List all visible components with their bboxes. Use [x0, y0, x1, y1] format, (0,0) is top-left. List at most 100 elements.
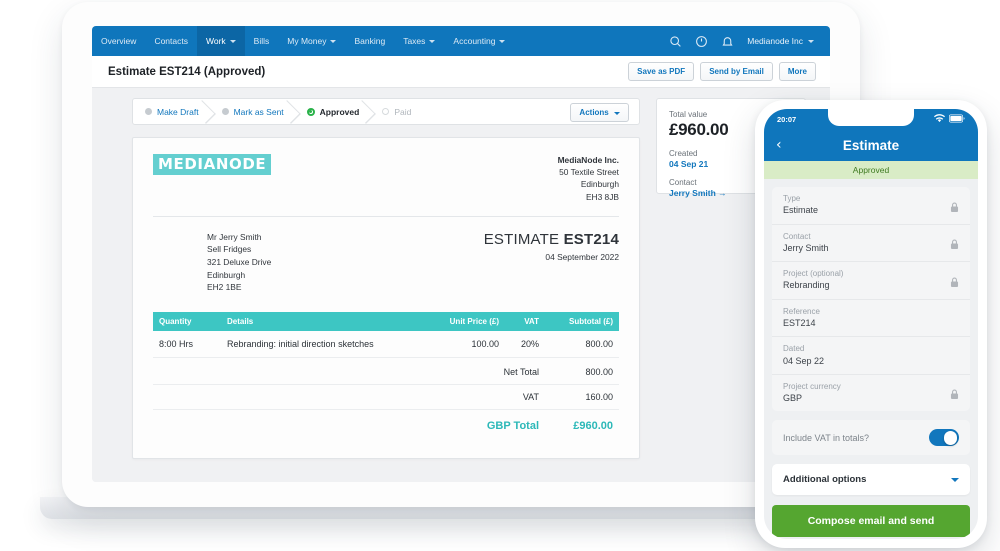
field-text: Type Estimate: [783, 194, 950, 217]
chevron-down-icon: [614, 112, 620, 115]
field-value: Estimate: [783, 204, 950, 216]
field-text: Project currency GBP: [783, 382, 950, 405]
chevron-down-icon: [808, 40, 814, 43]
estimate-document-card: MEDIANODE MediaNode Inc. 50 Textile Stre…: [132, 137, 640, 459]
header-action-buttons: Save as PDF Send by Email More: [628, 62, 816, 81]
field-label: Dated: [783, 344, 959, 354]
more-button[interactable]: More: [779, 62, 816, 81]
chevron-down-icon: [429, 40, 435, 43]
workflow-step-paid[interactable]: Paid: [370, 99, 422, 124]
field-row-contact[interactable]: Contact Jerry Smith: [772, 225, 970, 263]
field-label: Project currency: [783, 382, 950, 392]
workflow-step-make-draft[interactable]: Make Draft: [133, 99, 210, 124]
line-items-head: Quantity Details Unit Price (£) VAT Subt…: [153, 312, 619, 331]
field-row-currency[interactable]: Project currency GBP: [772, 375, 970, 412]
nav-item-bills[interactable]: Bills: [245, 26, 279, 56]
organization-name: Medianode Inc: [747, 36, 803, 46]
sender-address: MediaNode Inc. 50 Textile Street Edinbur…: [558, 154, 619, 203]
nav-item-work[interactable]: Work: [197, 26, 245, 56]
recipient-postcode: EH2 1BE: [207, 281, 271, 294]
workflow-step-approved[interactable]: Approved: [295, 99, 371, 124]
sender-address-line1: 50 Textile Street: [558, 166, 619, 178]
save-as-pdf-button[interactable]: Save as PDF: [628, 62, 694, 81]
cell-quantity: 8:00 Hrs: [153, 331, 221, 358]
company-logo: MEDIANODE: [153, 154, 271, 175]
document-meta: ESTIMATE EST214 04 September 2022: [484, 231, 619, 294]
nav-item-banking[interactable]: Banking: [345, 26, 394, 56]
additional-options-row[interactable]: Additional options: [772, 464, 970, 495]
document-parties: Mr Jerry Smith Sell Fridges 321 Deluxe D…: [153, 231, 619, 294]
workflow-step-mark-as-sent[interactable]: Mark as Sent: [210, 99, 295, 124]
col-details: Details: [221, 312, 431, 331]
nav-items: Overview Contacts Work Bills My Money: [92, 26, 514, 56]
nav-item-overview[interactable]: Overview: [92, 26, 145, 56]
field-value: EST214: [783, 317, 959, 329]
wifi-icon: [934, 114, 945, 125]
recipient-name: Mr Jerry Smith: [207, 231, 271, 244]
nav-item-my-money[interactable]: My Money: [278, 26, 345, 56]
field-row-dated[interactable]: Dated 04 Sep 22: [772, 337, 970, 375]
send-by-email-button[interactable]: Send by Email: [700, 62, 773, 81]
table-row: 8:00 Hrs Rebranding: initial direction s…: [153, 331, 619, 358]
vat-toggle-switch[interactable]: [929, 429, 959, 446]
bell-icon[interactable]: [721, 35, 734, 48]
sender-address-line2: Edinburgh: [558, 178, 619, 190]
field-text: Contact Jerry Smith: [783, 232, 950, 255]
cell-details: Rebranding: initial direction sketches: [221, 331, 431, 358]
lock-icon: [950, 200, 959, 211]
field-value: 04 Sep 22: [783, 355, 959, 367]
back-chevron-icon[interactable]: ‹: [776, 138, 782, 152]
status-dot-active-icon: [307, 108, 315, 116]
field-row-type[interactable]: Type Estimate: [772, 187, 970, 225]
nav-item-label: Taxes: [403, 36, 425, 46]
status-workflow-bar: Make Draft Mark as Sent Approved Pa: [132, 98, 640, 125]
line-items-body: 8:00 Hrs Rebranding: initial direction s…: [153, 331, 619, 358]
nav-item-label: Accounting: [453, 36, 495, 46]
field-row-project[interactable]: Project (optional) Rebranding: [772, 262, 970, 300]
document-header: MEDIANODE MediaNode Inc. 50 Textile Stre…: [153, 154, 619, 203]
phone-mockup: 20:07: [755, 100, 987, 548]
timer-icon[interactable]: [695, 35, 708, 48]
totals-section: Net Total 800.00 VAT 160.00 GBP Total £9…: [153, 360, 619, 439]
lock-icon: [950, 237, 959, 248]
lock-icon: [950, 387, 959, 398]
col-quantity: Quantity: [153, 312, 221, 331]
nav-item-taxes[interactable]: Taxes: [394, 26, 444, 56]
vat-toggle-label: Include VAT in totals?: [783, 433, 869, 443]
net-total-value: 800.00: [539, 367, 613, 377]
grand-total-value: £960.00: [539, 420, 613, 432]
workflow-step-label: Paid: [394, 107, 411, 117]
search-icon[interactable]: [669, 35, 682, 48]
field-row-reference[interactable]: Reference EST214: [772, 300, 970, 338]
nav-item-label: Work: [206, 36, 226, 46]
top-navigation-bar: Overview Contacts Work Bills My Money: [92, 26, 830, 56]
company-logo-text: MEDIANODE: [158, 157, 266, 172]
phone-nav-bar: ‹ Estimate: [764, 129, 978, 161]
sender-name: MediaNode Inc.: [558, 154, 619, 166]
chevron-down-icon: [330, 40, 336, 43]
grand-total-label: GBP Total: [389, 420, 539, 432]
col-vat: VAT: [505, 312, 545, 331]
compose-email-send-button[interactable]: Compose email and send: [772, 505, 970, 537]
lock-icon: [950, 275, 959, 286]
browser-screen: Overview Contacts Work Bills My Money: [92, 26, 830, 482]
total-row-grand: GBP Total £960.00: [153, 410, 619, 439]
nav-item-accounting[interactable]: Accounting: [444, 26, 514, 56]
field-text: Reference EST214: [783, 307, 959, 330]
nav-item-contacts[interactable]: Contacts: [145, 26, 197, 56]
phone-screen: 20:07: [764, 109, 978, 539]
net-total-label: Net Total: [389, 367, 539, 377]
status-dot-icon: [382, 108, 389, 115]
toggle-knob: [944, 431, 958, 445]
actions-dropdown-button[interactable]: Actions: [570, 103, 629, 122]
nav-item-label: Bills: [254, 36, 270, 46]
organization-switcher[interactable]: Medianode Inc: [747, 36, 814, 46]
actions-label: Actions: [579, 108, 608, 117]
document-number: EST214: [564, 231, 619, 248]
chevron-down-icon: [499, 40, 505, 43]
field-label: Type: [783, 194, 950, 204]
document-type: ESTIMATE: [484, 231, 560, 248]
workflow-step-label: Mark as Sent: [234, 107, 284, 117]
col-subtotal: Subtotal (£): [545, 312, 619, 331]
field-label: Project (optional): [783, 269, 950, 279]
